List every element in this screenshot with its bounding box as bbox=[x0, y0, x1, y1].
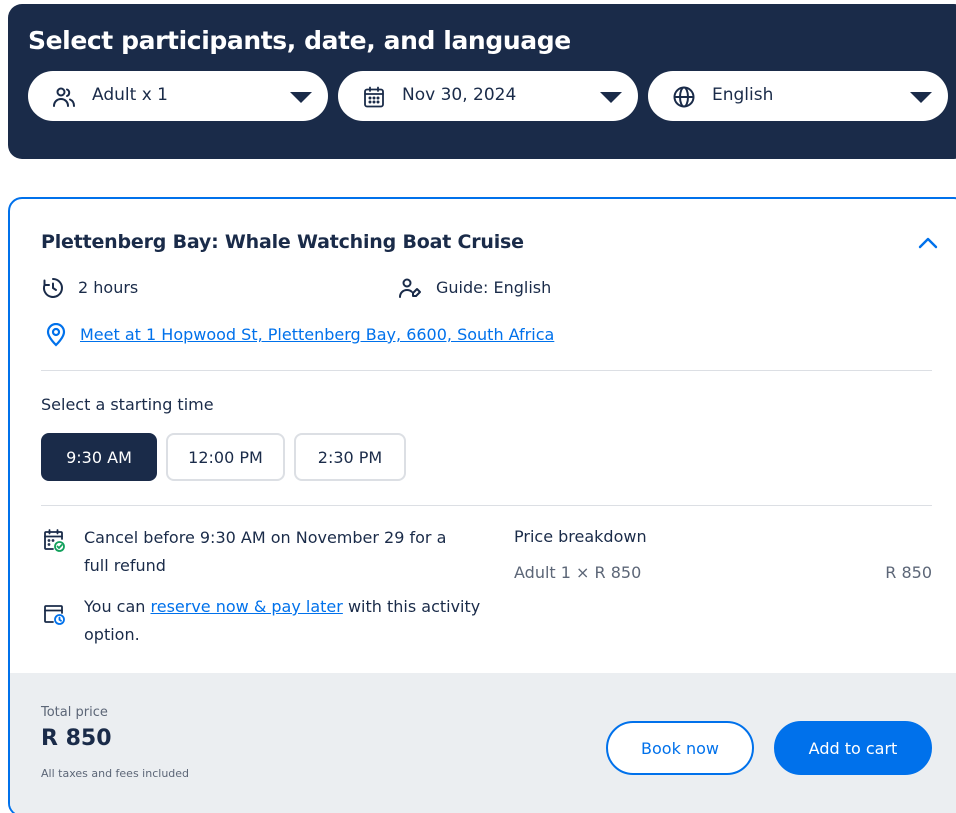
price-line-amount: R 850 bbox=[885, 563, 932, 582]
selector-title: Select participants, date, and language bbox=[28, 26, 571, 55]
calendar-check-icon bbox=[44, 529, 65, 552]
divider bbox=[41, 370, 932, 371]
time-slot-button[interactable]: 2:30 PM bbox=[294, 433, 406, 481]
chevron-down-icon bbox=[600, 92, 622, 103]
time-slot-button[interactable]: 12:00 PM bbox=[166, 433, 285, 481]
chevron-up-icon[interactable] bbox=[917, 235, 939, 251]
participants-value: Adult x 1 bbox=[92, 85, 168, 105]
duration-text: 2 hours bbox=[78, 278, 139, 297]
cancellation-policy-text: Cancel before 9:30 AM on November 29 for… bbox=[84, 528, 447, 575]
date-dropdown[interactable]: Nov 30, 2024 bbox=[338, 71, 638, 121]
language-value: English bbox=[712, 85, 774, 105]
guide-icon bbox=[399, 278, 421, 298]
activity-option-card: Plettenberg Bay: Whale Watching Boat Cru… bbox=[8, 197, 956, 813]
guide-language-text: Guide: English bbox=[436, 278, 552, 297]
calendar-icon bbox=[364, 86, 384, 108]
reserve-now-pay-later-link[interactable]: reserve now & pay later bbox=[151, 597, 343, 616]
total-price-amount: R 850 bbox=[41, 726, 112, 751]
meeting-point-link[interactable]: Meet at 1 Hopwood St, Plettenberg Bay, 6… bbox=[80, 325, 554, 344]
activity-title: Plettenberg Bay: Whale Watching Boat Cru… bbox=[41, 231, 524, 253]
book-now-button[interactable]: Book now bbox=[606, 721, 754, 775]
taxes-note: All taxes and fees included bbox=[41, 767, 190, 780]
participants-dropdown[interactable]: Adult x 1 bbox=[28, 71, 328, 121]
reserve-later-icon bbox=[44, 605, 65, 625]
selector-panel: Select participants, date, and language … bbox=[8, 4, 956, 159]
globe-icon bbox=[673, 86, 695, 108]
time-slot-button[interactable]: 9:30 AM bbox=[41, 433, 157, 481]
reserve-now-text: You can reserve now & pay later with thi… bbox=[84, 593, 484, 649]
language-dropdown[interactable]: English bbox=[648, 71, 948, 121]
price-footer: Total price R 850 All taxes and fees inc… bbox=[10, 673, 956, 813]
date-value: Nov 30, 2024 bbox=[402, 85, 517, 105]
total-price-label: Total price bbox=[41, 705, 108, 720]
participants-icon bbox=[53, 87, 75, 107]
divider bbox=[41, 505, 932, 506]
location-pin-icon bbox=[46, 323, 66, 347]
chevron-down-icon bbox=[910, 92, 932, 103]
chevron-down-icon bbox=[290, 92, 312, 103]
price-breakdown-title: Price breakdown bbox=[514, 527, 647, 546]
add-to-cart-button[interactable]: Add to cart bbox=[774, 721, 932, 775]
reserve-prefix: You can bbox=[84, 597, 151, 616]
price-line-label: Adult 1 × R 850 bbox=[514, 563, 642, 582]
start-time-label: Select a starting time bbox=[41, 395, 214, 414]
clock-icon bbox=[43, 278, 63, 298]
